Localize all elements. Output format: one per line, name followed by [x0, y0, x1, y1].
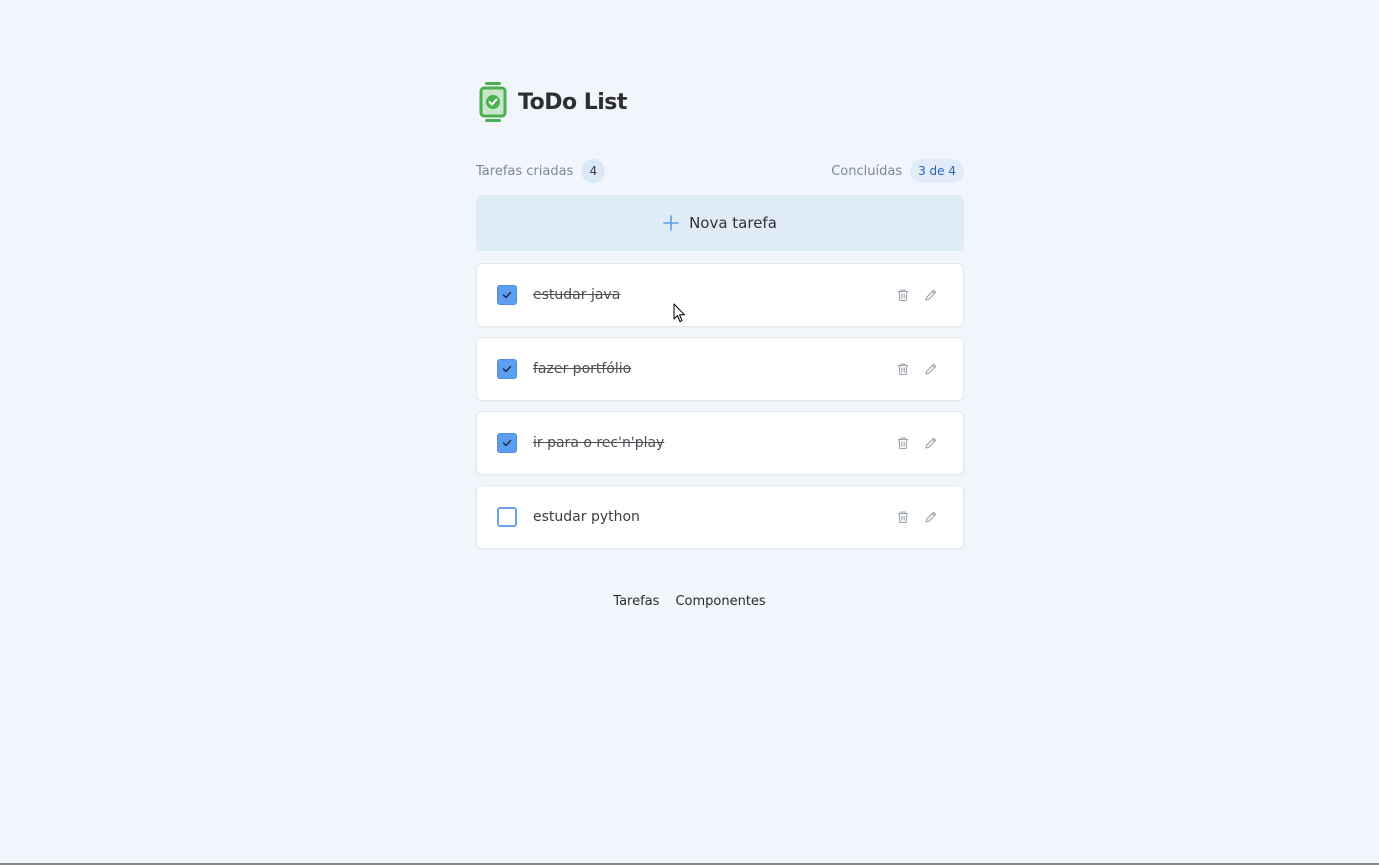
task-checkbox[interactable]: [497, 507, 517, 527]
created-label: Tarefas criadas: [476, 163, 574, 179]
task-text: estudar java: [533, 287, 621, 303]
created-count-badge: 4: [581, 159, 606, 183]
trash-icon[interactable]: [895, 435, 911, 451]
trash-icon[interactable]: [895, 287, 911, 303]
task-checkbox[interactable]: [497, 285, 517, 305]
task-text: estudar python: [533, 509, 640, 525]
task-item: fazer portfólio: [476, 337, 964, 401]
done-label: Concluídas: [831, 163, 903, 179]
task-item: ir para o rec'n'play: [476, 411, 964, 475]
task-actions: [883, 435, 939, 451]
pencil-icon[interactable]: [923, 287, 939, 303]
footer-nav: Tarefas Componentes: [0, 594, 1379, 609]
done-stat: Concluídas 3 de 4: [831, 159, 964, 183]
task-stats: Tarefas criadas 4 Concluídas 3 de 4: [476, 159, 964, 183]
check-icon: [502, 365, 512, 373]
footer-link-tarefas[interactable]: Tarefas: [613, 594, 659, 609]
checklist-logo-icon: [478, 81, 508, 123]
mouse-cursor-icon: [673, 303, 685, 322]
new-task-label: Nova tarefa: [689, 214, 777, 232]
trash-icon[interactable]: [895, 361, 911, 377]
trash-icon[interactable]: [895, 509, 911, 525]
footer-link-componentes[interactable]: Componentes: [675, 594, 765, 609]
task-checkbox[interactable]: [497, 359, 517, 379]
created-stat: Tarefas criadas 4: [476, 159, 606, 183]
app-container: ToDo List Tarefas criadas 4 Concluídas 3…: [476, 80, 964, 559]
task-text: fazer portfólio: [533, 361, 632, 377]
new-task-button[interactable]: Nova tarefa: [476, 195, 964, 251]
pencil-icon[interactable]: [923, 435, 939, 451]
plus-icon: [663, 215, 679, 231]
page-title: ToDo List: [518, 89, 627, 115]
done-count-badge: 3 de 4: [910, 159, 964, 183]
task-text: ir para o rec'n'play: [533, 435, 665, 451]
task-actions: [883, 509, 939, 525]
check-icon: [502, 291, 512, 299]
pencil-icon[interactable]: [923, 509, 939, 525]
brand-header: ToDo List: [478, 80, 964, 124]
check-icon: [502, 439, 512, 447]
task-item: estudar python: [476, 485, 964, 549]
task-actions: [883, 287, 939, 303]
task-checkbox[interactable]: [497, 433, 517, 453]
pencil-icon[interactable]: [923, 361, 939, 377]
task-item: estudar java: [476, 263, 964, 327]
task-actions: [883, 361, 939, 377]
task-list: estudar java fazer portfólio ir para o r…: [476, 263, 964, 549]
